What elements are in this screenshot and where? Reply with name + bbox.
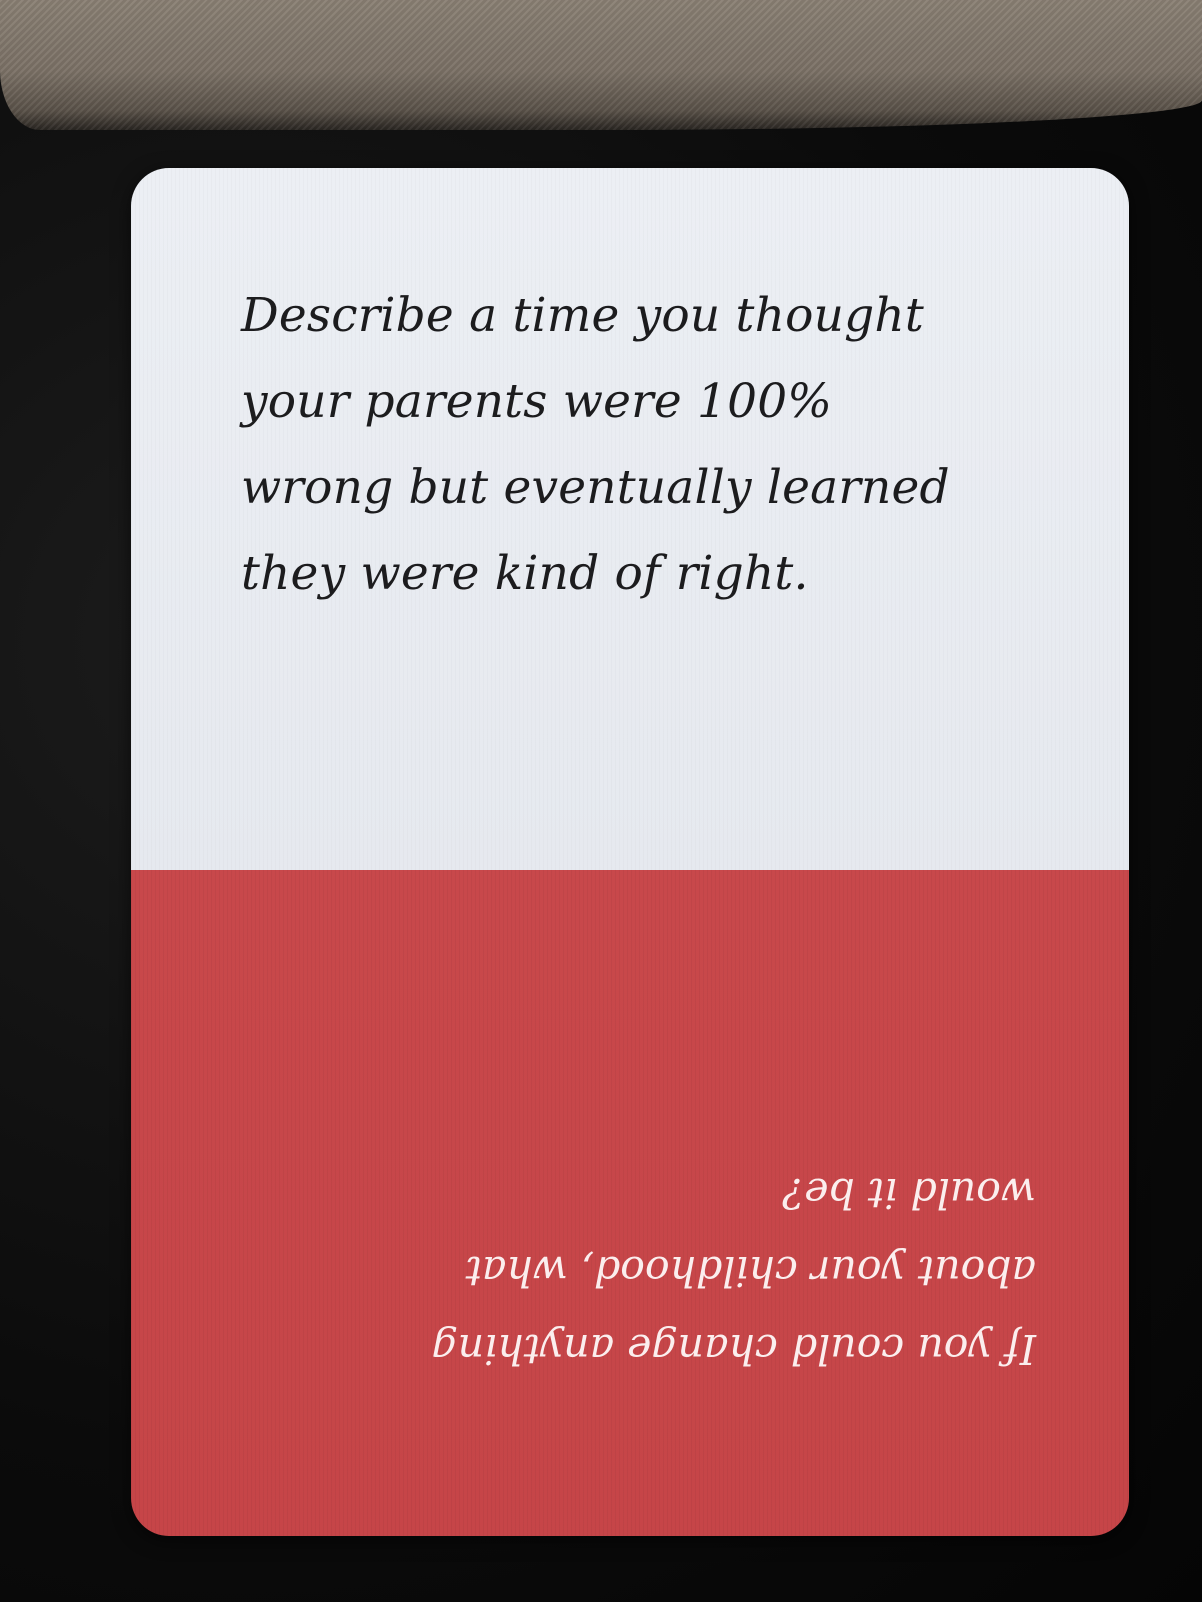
question-card: Describe a time you thought your parents…	[131, 168, 1129, 1536]
photo-scene: Describe a time you thought your parents…	[0, 0, 1202, 1602]
top-question-line: Describe a time you thought	[241, 288, 924, 343]
bottom-question-line: about your childhood, what	[465, 1247, 1036, 1295]
bottom-question-line: would it be?	[782, 1169, 1036, 1217]
bottom-question-text-upside-down: If you could change anything about your …	[256, 1154, 1036, 1388]
fabric-background	[0, 0, 1202, 130]
top-question-line: wrong but eventually learned	[241, 460, 950, 515]
card-top-half: Describe a time you thought your parents…	[131, 168, 1129, 870]
top-question-text: Describe a time you thought your parents…	[241, 273, 1021, 617]
bottom-question-line: If you could change anything	[431, 1325, 1036, 1373]
top-question-line: your parents were 100%	[241, 374, 833, 429]
card-bottom-half: If you could change anything about your …	[131, 870, 1129, 1536]
top-question-line: they were kind of right.	[241, 546, 809, 601]
